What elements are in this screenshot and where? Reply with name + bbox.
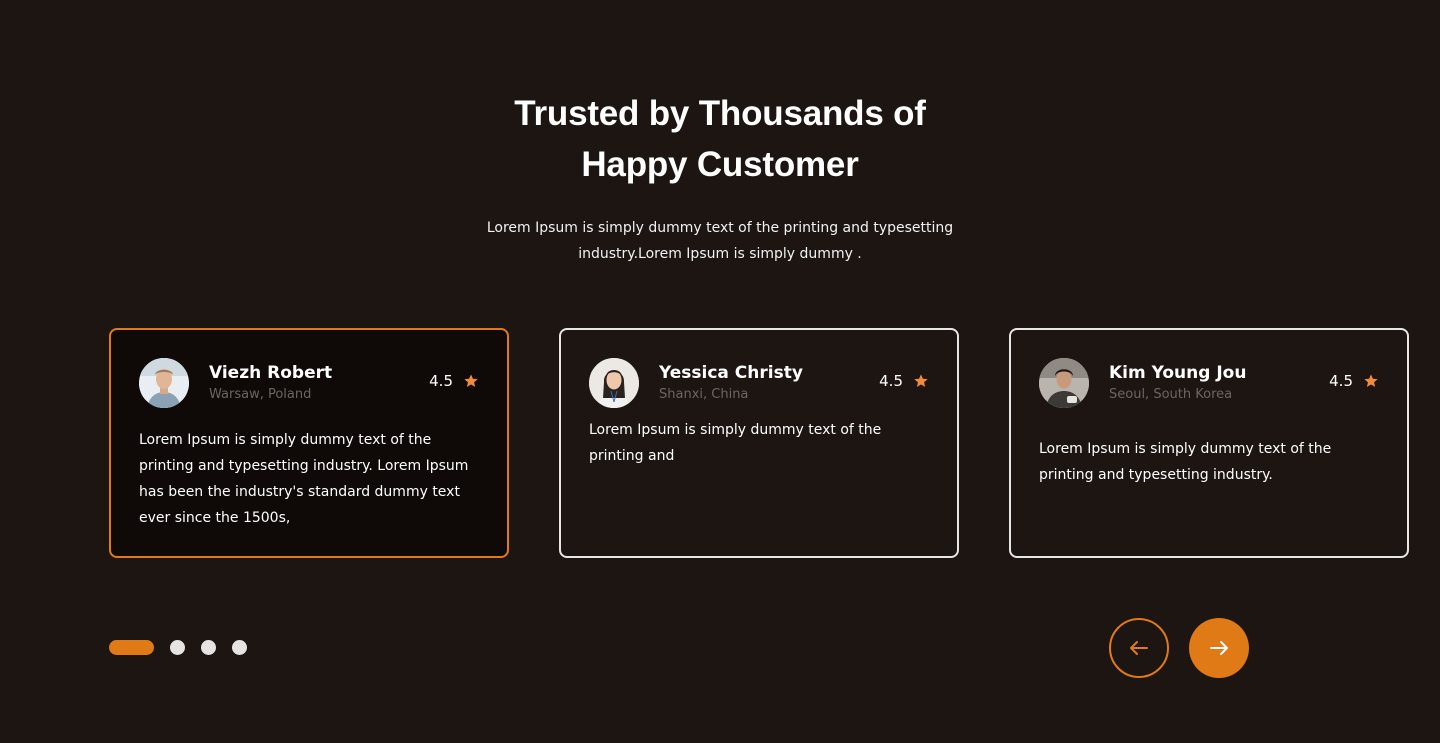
- customer-location: Seoul, South Korea: [1109, 387, 1233, 402]
- section-title: Trusted by Thousands of Happy Customer: [0, 88, 1440, 190]
- section-heading: Trusted by Thousands of Happy Customer L…: [0, 88, 1440, 267]
- section-title-line-1: Trusted by Thousands of: [514, 94, 926, 133]
- rating-value: 4.5: [1329, 372, 1353, 390]
- section-subtitle-line-2: industry.Lorem Ipsum is simply dummy .: [578, 246, 862, 262]
- rating-value: 4.5: [429, 372, 453, 390]
- rating: 4.5: [429, 372, 479, 390]
- avatar: [139, 358, 189, 408]
- arrow-right-icon: [1210, 641, 1228, 655]
- section-subtitle: Lorem Ipsum is simply dummy text of the …: [480, 215, 960, 267]
- arrow-left-icon: [1130, 641, 1148, 655]
- testimonial-card[interactable]: Yessica Christy Shanxi, China 4.5 Lorem …: [559, 328, 959, 558]
- customer-name: Yessica Christy: [659, 363, 803, 383]
- previous-button[interactable]: [1109, 618, 1169, 678]
- star-icon: [464, 374, 478, 387]
- testimonial-card[interactable]: Viezh Robert Warsaw, Poland 4.5 Lorem Ip…: [109, 328, 509, 558]
- customer-location: Warsaw, Poland: [209, 387, 312, 402]
- customer-name: Kim Young Jou: [1109, 363, 1247, 383]
- section-title-line-2: Happy Customer: [581, 145, 859, 184]
- pagination-dot[interactable]: [201, 640, 216, 655]
- star-icon: [914, 374, 928, 387]
- rating: 4.5: [879, 372, 929, 390]
- avatar: [1039, 358, 1089, 408]
- customer-location: Shanxi, China: [659, 387, 749, 402]
- card-header: Viezh Robert Warsaw, Poland 4.5: [139, 358, 479, 410]
- next-button[interactable]: [1189, 618, 1249, 678]
- section-subtitle-line-1: Lorem Ipsum is simply dummy text of the …: [486, 220, 954, 236]
- card-header: Yessica Christy Shanxi, China 4.5: [589, 358, 929, 410]
- avatar: [589, 358, 639, 408]
- rating: 4.5: [1329, 372, 1379, 390]
- card-header: Kim Young Jou Seoul, South Korea 4.5: [1039, 358, 1379, 410]
- pagination-dot-active[interactable]: [109, 640, 154, 655]
- testimonial-card[interactable]: Kim Young Jou Seoul, South Korea 4.5 Lor…: [1009, 328, 1409, 558]
- customer-name: Viezh Robert: [209, 363, 333, 383]
- testimonials-section: Trusted by Thousands of Happy Customer L…: [0, 0, 1440, 743]
- testimonial-text: Lorem Ipsum is simply dummy text of the …: [139, 432, 469, 526]
- testimonial-text: Lorem Ipsum is simply dummy text of the …: [589, 422, 882, 464]
- testimonial-text: Lorem Ipsum is simply dummy text of the …: [1039, 441, 1332, 483]
- pagination-dot[interactable]: [232, 640, 247, 655]
- star-icon: [1364, 374, 1378, 387]
- pagination-dot[interactable]: [170, 640, 185, 655]
- carousel-pagination: [109, 640, 247, 655]
- rating-value: 4.5: [879, 372, 903, 390]
